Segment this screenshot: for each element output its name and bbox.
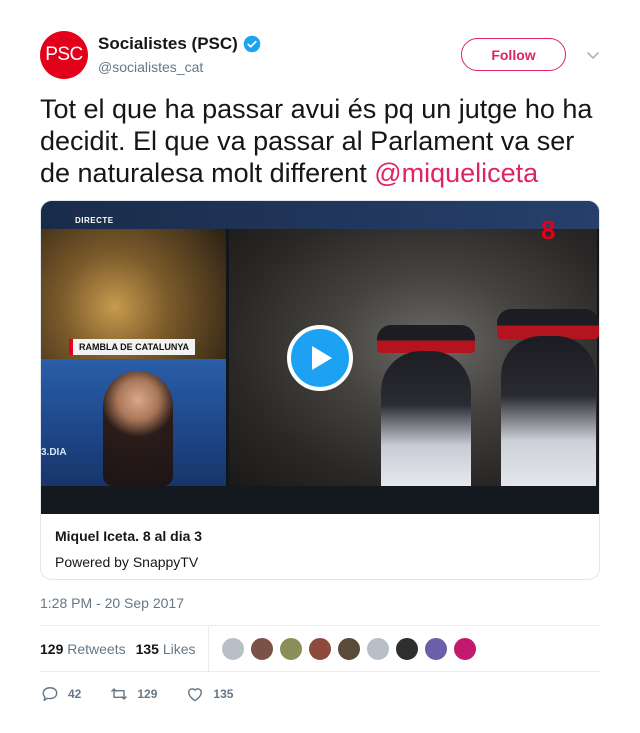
retweet-icon <box>111 688 128 700</box>
location-overlay: RAMBLA DE CATALUNYA <box>69 339 195 355</box>
chevron-down-icon[interactable] <box>585 47 601 63</box>
account-names: Socialistes (PSC) @socialistes_cat <box>98 34 261 75</box>
police-officer-1 <box>381 351 471 486</box>
liker-avatar[interactable] <box>336 636 361 661</box>
retweets-label: Retweets <box>67 640 126 657</box>
divider-bottom <box>40 671 600 672</box>
likes-stat[interactable]: 135 Likes <box>136 641 196 657</box>
card-title: Miquel Iceta. 8 al dia 3 <box>55 528 203 544</box>
display-name-row[interactable]: Socialistes (PSC) <box>98 34 261 54</box>
mention-link[interactable]: @miqueliceta <box>374 158 538 188</box>
news-anchor-figure <box>103 371 173 486</box>
retweets-stat[interactable]: 129 Retweets <box>40 641 126 657</box>
broadcast-bottom-bar <box>41 486 599 514</box>
account-handle[interactable]: @socialistes_cat <box>98 59 261 75</box>
tweet-actions: 42 129 135 <box>40 683 600 705</box>
tweet-timestamp[interactable]: 1:28 PM - 20 Sep 2017 <box>40 595 184 611</box>
liker-avatar[interactable] <box>394 636 419 661</box>
side-overlay: 3.DIA <box>41 447 67 458</box>
channel-logo: 8 <box>541 215 556 245</box>
retweet-button[interactable]: 129 <box>109 684 157 704</box>
reply-count: 42 <box>68 687 82 701</box>
card-info: Miquel Iceta. 8 al dia 3 Powered by Snap… <box>55 528 202 570</box>
tweet-header: PSC Socialistes (PSC) @socialistes_cat F… <box>40 31 600 81</box>
likes-count: 135 <box>135 640 159 657</box>
likes-label: Likes <box>162 640 196 657</box>
verified-badge-icon <box>243 35 261 53</box>
liker-avatar[interactable] <box>365 636 390 661</box>
retweet-count: 129 <box>137 687 158 701</box>
heart-icon <box>188 688 203 702</box>
liker-avatar[interactable] <box>452 636 477 661</box>
stats-separator <box>207 626 209 671</box>
reply-button[interactable]: 42 <box>40 684 81 704</box>
play-icon <box>312 346 332 370</box>
liker-avatar[interactable] <box>278 636 303 661</box>
reply-icon <box>42 687 58 701</box>
liker-avatar[interactable] <box>249 636 274 661</box>
media-card[interactable]: DIRECTE RAMBLA DE CATALUNYA 3.DIA 8 Miqu… <box>40 200 600 580</box>
liker-avatar[interactable] <box>307 636 332 661</box>
video-thumbnail[interactable]: DIRECTE RAMBLA DE CATALUNYA 3.DIA 8 <box>41 201 599 514</box>
play-button[interactable] <box>287 325 353 391</box>
display-name[interactable]: Socialistes (PSC) <box>98 34 238 54</box>
card-subtitle: Powered by SnappyTV <box>55 554 199 570</box>
liker-avatars <box>220 636 477 661</box>
like-count: 135 <box>213 687 234 701</box>
retweets-count: 129 <box>40 640 64 657</box>
police-officer-2 <box>501 336 596 486</box>
follow-button[interactable]: Follow <box>461 38 566 71</box>
liker-avatar[interactable] <box>220 636 245 661</box>
liker-avatar[interactable] <box>423 636 448 661</box>
avatar-logo: PSC <box>45 44 83 65</box>
directe-overlay: DIRECTE <box>75 216 114 225</box>
tweet-text: Tot el que ha passar avui és pq un jutge… <box>40 93 605 189</box>
avatar[interactable]: PSC <box>40 31 88 79</box>
police-cap-2 <box>497 309 599 339</box>
broadcast-top-bar <box>41 201 599 229</box>
like-button[interactable]: 135 <box>185 684 233 704</box>
police-cap-1 <box>377 325 475 353</box>
tweet-stats: 129 Retweets 135 Likes <box>40 626 600 671</box>
